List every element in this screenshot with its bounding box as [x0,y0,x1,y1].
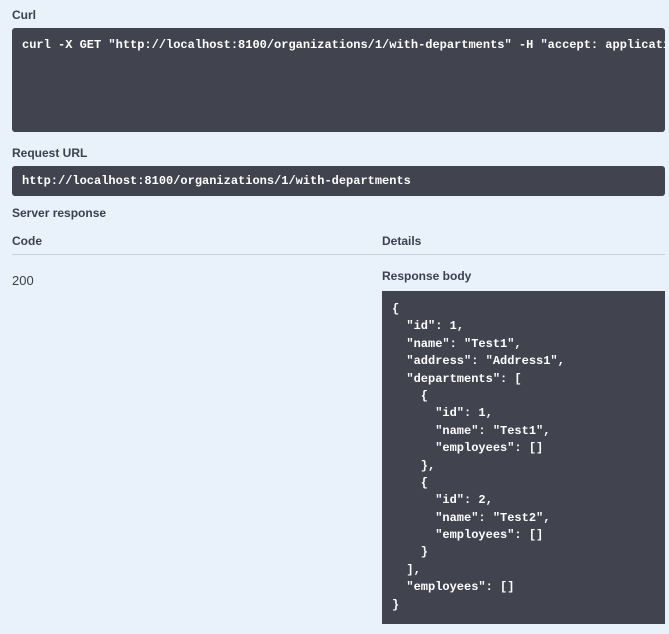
curl-label: Curl [12,8,665,22]
request-url-box[interactable]: http://localhost:8100/organizations/1/wi… [12,166,665,196]
status-code: 200 [12,273,382,288]
details-column-header: Details [382,234,665,248]
response-row: 200 Response body { "id": 1, "name": "Te… [12,267,665,624]
server-response-label: Server response [12,206,665,220]
response-table-header: Code Details [12,226,665,255]
details-cell: Response body { "id": 1, "name": "Test1"… [382,267,665,624]
curl-command-box[interactable]: curl -X GET "http://localhost:8100/organ… [12,28,665,132]
status-code-cell: 200 [12,267,382,624]
code-column-header: Code [12,234,382,248]
response-body-box[interactable]: { "id": 1, "name": "Test1", "address": "… [382,291,665,624]
response-body-label: Response body [382,269,665,283]
swagger-response-panel: Curl curl -X GET "http://localhost:8100/… [0,0,669,634]
request-url-label: Request URL [12,146,665,160]
